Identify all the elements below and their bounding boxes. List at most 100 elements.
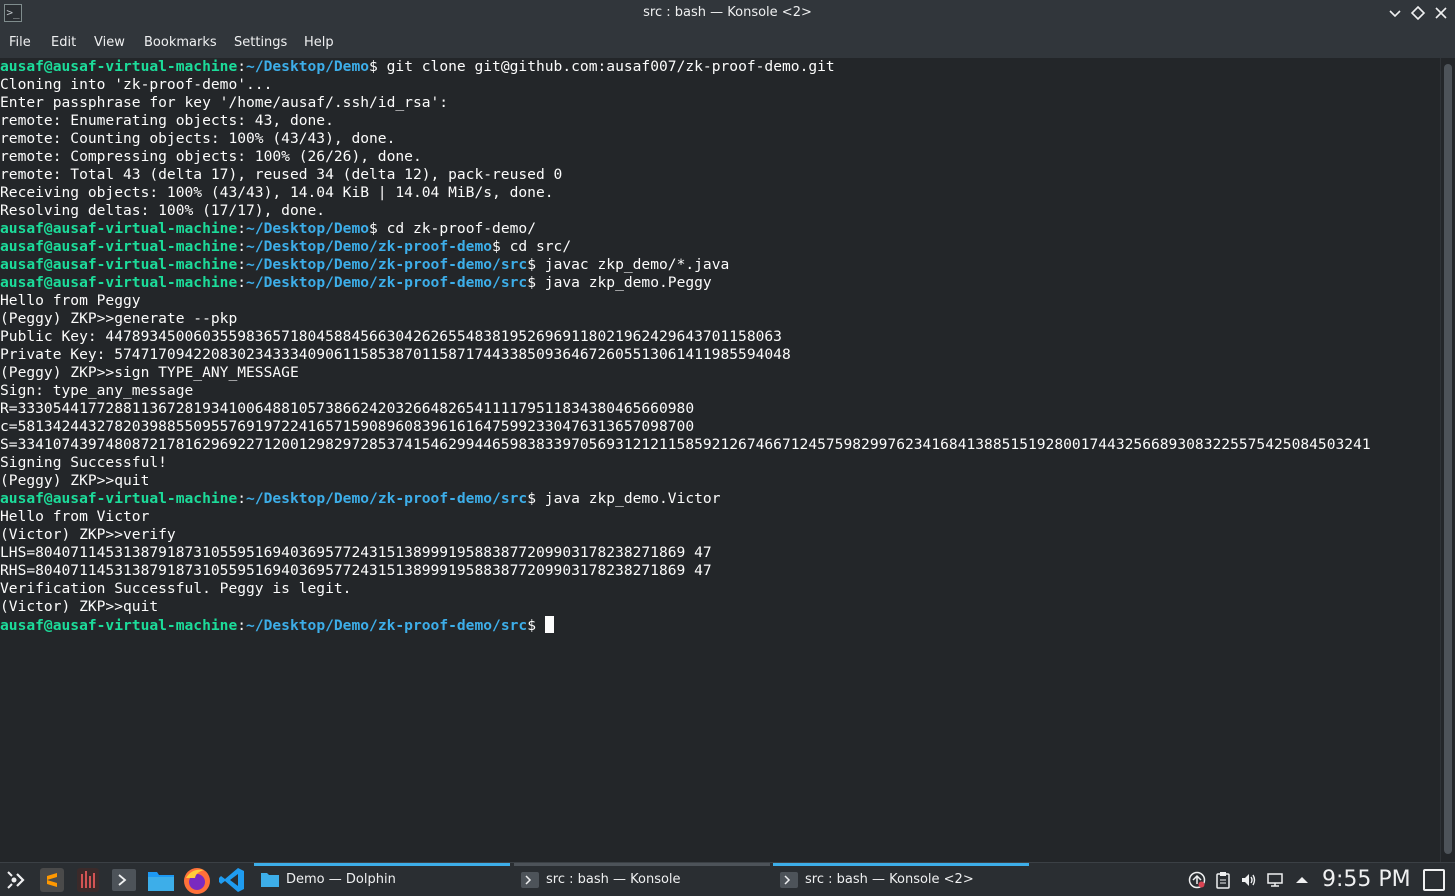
prompt-path: ~/Desktop/Demo/zk-proof-demo <box>246 238 493 255</box>
menu-bar: File Edit View Bookmarks Settings Help <box>0 28 1455 58</box>
scrollbar-thumb[interactable] <box>1444 64 1452 854</box>
sublime-text-icon[interactable] <box>38 866 66 894</box>
prompt-line: ausaf@ausaf-virtual-machine:~/Desktop/De… <box>0 220 1371 238</box>
update-icon[interactable] <box>1188 871 1206 889</box>
output-line: Resolving deltas: 100% (17/17), done. <box>0 202 326 219</box>
prompt-colon: : <box>237 238 247 255</box>
menu-help[interactable]: Help <box>303 28 335 58</box>
clock[interactable]: 9:55 PM <box>1322 863 1411 896</box>
prompt-colon: : <box>237 490 247 507</box>
prompt-colon: : <box>237 617 247 634</box>
minimize-icon[interactable] <box>1385 3 1405 23</box>
prompt-dollar: $ <box>527 256 545 273</box>
output-line: Receiving objects: 100% (43/43), 14.04 K… <box>0 184 554 201</box>
expand-tray-icon[interactable] <box>1293 871 1311 889</box>
task-dolphin[interactable]: Demo — Dolphin <box>254 863 510 895</box>
output-line: Private Key: 574717094220830234333409061… <box>0 346 791 363</box>
prompt-line: ausaf@ausaf-virtual-machine:~/Desktop/De… <box>0 58 1371 76</box>
terminal-area[interactable]: ausaf@ausaf-virtual-machine:~/Desktop/De… <box>0 58 1440 862</box>
network-icon[interactable] <box>1266 871 1284 889</box>
prompt-user: ausaf@ausaf-virtual-machine <box>0 274 238 291</box>
prompt-colon: : <box>237 274 247 291</box>
terminal-icon <box>779 871 799 889</box>
output-line: Verification Successful. Peggy is legit. <box>0 580 352 597</box>
task-konsole-2[interactable]: src : bash — Konsole <2> <box>773 863 1029 895</box>
output-line: Hello from Victor <box>0 508 150 525</box>
prompt-path: ~/Desktop/Demo <box>246 220 370 237</box>
prompt-dollar: $ <box>369 220 387 237</box>
task-label: Demo — Dolphin <box>286 872 396 887</box>
output-line: LHS=804071145313879187310559516940369577… <box>0 544 712 561</box>
prompt-path: ~/Desktop/Demo/zk-proof-demo/src <box>246 617 528 634</box>
output-line: c=58134244327820398855095576919722416571… <box>0 418 695 435</box>
output-line: remote: Enumerating objects: 43, done. <box>0 112 334 129</box>
output-line: (Victor) ZKP>>quit <box>0 598 159 615</box>
output-line: R=33305441772881136728193410064881057386… <box>0 400 695 417</box>
prompt-user: ausaf@ausaf-virtual-machine <box>0 220 238 237</box>
prompt-line: ausaf@ausaf-virtual-machine:~/Desktop/De… <box>0 490 1371 508</box>
maximize-icon[interactable] <box>1408 3 1428 23</box>
prompt-user: ausaf@ausaf-virtual-machine <box>0 490 238 507</box>
output-line: remote: Total 43 (delta 17), reused 34 (… <box>0 166 563 183</box>
prompt-colon: : <box>237 58 247 75</box>
prompt-path: ~/Desktop/Demo/zk-proof-demo/src <box>246 274 528 291</box>
prompt-path: ~/Desktop/Demo/zk-proof-demo/src <box>246 490 528 507</box>
show-desktop-icon[interactable] <box>1423 869 1445 891</box>
output-line: Cloning into 'zk-proof-demo'... <box>0 76 273 93</box>
output-line: (Peggy) ZKP>>generate --pkp <box>0 310 238 327</box>
terminal-icon[interactable] <box>110 866 138 894</box>
prompt-dollar: $ <box>527 274 545 291</box>
file-manager-icon[interactable] <box>146 866 174 894</box>
terminal-scrollbar[interactable] <box>1440 58 1455 862</box>
taskbar: Demo — Dolphin src : bash — Konsole src … <box>0 862 1455 896</box>
terminal-output: ausaf@ausaf-virtual-machine:~/Desktop/De… <box>0 58 1371 634</box>
menu-edit[interactable]: Edit <box>50 28 77 58</box>
output-line: RHS=804071145313879187310559516940369577… <box>0 562 712 579</box>
vscode-icon[interactable] <box>218 866 246 894</box>
command-text: cd src/ <box>509 238 572 255</box>
output-line: Sign: type_any_message <box>0 382 194 399</box>
prompt-user: ausaf@ausaf-virtual-machine <box>0 238 238 255</box>
prompt-line: ausaf@ausaf-virtual-machine:~/Desktop/De… <box>0 616 1371 634</box>
clipboard-icon[interactable] <box>1214 871 1232 889</box>
menu-settings[interactable]: Settings <box>233 28 288 58</box>
close-icon[interactable] <box>1431 3 1451 23</box>
command-text: git clone git@github.com:ausaf007/zk-pro… <box>386 58 835 75</box>
prompt-user: ausaf@ausaf-virtual-machine <box>0 58 238 75</box>
output-line: (Victor) ZKP>>verify <box>0 526 176 543</box>
terminal-cursor <box>544 616 554 633</box>
output-line: remote: Compressing objects: 100% (26/26… <box>0 148 422 165</box>
output-line: Public Key: 4478934500603559836571804588… <box>0 328 782 345</box>
volume-icon[interactable] <box>1240 871 1258 889</box>
output-line: (Peggy) ZKP>>quit <box>0 472 150 489</box>
prompt-line: ausaf@ausaf-virtual-machine:~/Desktop/De… <box>0 238 1371 256</box>
prompt-dollar: $ <box>492 238 510 255</box>
command-text: cd zk-proof-demo/ <box>386 220 536 237</box>
application-launcher-icon[interactable] <box>4 866 32 894</box>
output-line: remote: Counting objects: 100% (43/43), … <box>0 130 396 147</box>
window-titlebar[interactable]: >_ src : bash — Konsole <2> <box>0 0 1455 28</box>
prompt-line: ausaf@ausaf-virtual-machine:~/Desktop/De… <box>0 256 1371 274</box>
prompt-dollar: $ <box>369 58 387 75</box>
prompt-user: ausaf@ausaf-virtual-machine <box>0 617 238 634</box>
task-konsole[interactable]: src : bash — Konsole <box>514 863 770 895</box>
task-label: src : bash — Konsole <2> <box>805 872 974 887</box>
menu-file[interactable]: File <box>8 28 32 58</box>
window-title: src : bash — Konsole <2> <box>643 5 812 20</box>
menu-bookmarks[interactable]: Bookmarks <box>143 28 218 58</box>
output-line: S=33410743974808721781629692271200129829… <box>0 436 1371 453</box>
command-text: javac zkp_demo/*.java <box>544 256 730 273</box>
menu-view[interactable]: View <box>93 28 126 58</box>
command-text: java zkp_demo.Peggy <box>544 274 712 291</box>
terminal-icon <box>520 871 540 889</box>
system-monitor-icon[interactable] <box>74 866 102 894</box>
prompt-colon: : <box>237 220 247 237</box>
output-line: Signing Successful! <box>0 454 167 471</box>
output-line: Hello from Peggy <box>0 292 141 309</box>
prompt-line: ausaf@ausaf-virtual-machine:~/Desktop/De… <box>0 274 1371 292</box>
prompt-user: ausaf@ausaf-virtual-machine <box>0 256 238 273</box>
task-label: src : bash — Konsole <box>546 872 681 887</box>
output-line: (Peggy) ZKP>>sign TYPE_ANY_MESSAGE <box>0 364 299 381</box>
command-text: java zkp_demo.Victor <box>544 490 721 507</box>
firefox-icon[interactable] <box>182 866 210 894</box>
